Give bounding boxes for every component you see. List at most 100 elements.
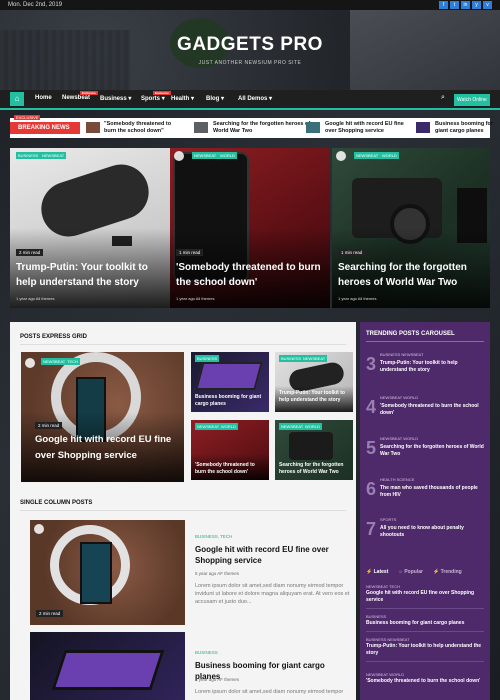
vimeo-icon[interactable]: v <box>483 1 492 9</box>
express-card[interactable]: BUSINESS Business booming for giant carg… <box>191 352 269 412</box>
post-title[interactable]: The man who saved thousands of people fr… <box>380 485 484 499</box>
post-categories[interactable]: BUSINESS NEWSBEAT <box>366 637 484 642</box>
home-icon[interactable]: ⌂ <box>10 92 24 106</box>
tab-latest[interactable]: ⚡ Latest <box>366 569 388 575</box>
nav-item-sports[interactable]: Sports ▾ Exclusive <box>141 91 171 102</box>
site-title[interactable]: GADGETS PRO <box>0 34 500 56</box>
category-tag[interactable]: WORLD <box>219 423 238 430</box>
ticker-item[interactable]: "Somebody threatened to burn the school … <box>104 121 184 135</box>
post-title[interactable]: Trump-Putin: Your toolkit to help unders… <box>366 643 484 657</box>
phone-image <box>80 542 112 604</box>
ticker-item[interactable]: Google hit with record EU fine over Shop… <box>325 121 409 135</box>
category-tag[interactable]: WORLD <box>380 152 399 159</box>
express-card[interactable]: NEWSBEAT WORLD Searching for the forgott… <box>275 420 353 480</box>
category-tag[interactable]: NEWSBEAT <box>40 152 67 159</box>
post-title[interactable]: Searching for the forgotten heroes of Wo… <box>338 260 486 290</box>
post-title[interactable]: Trump-Putin: Your toolkit to help unders… <box>279 390 349 404</box>
post-title[interactable]: Google hit with record EU fine over Shop… <box>195 544 350 566</box>
post-title[interactable]: Trump-Putin: Your toolkit to help unders… <box>380 360 484 374</box>
featured-post[interactable]: NEWSBEAT WORLD 1 min read Searching for … <box>332 148 490 308</box>
single-post-image[interactable]: 2 min read <box>30 520 185 625</box>
category-tag[interactable]: WORLD <box>218 152 237 159</box>
youtube-icon[interactable]: y <box>472 1 481 9</box>
post-categories[interactable]: BUSINESS <box>366 614 484 619</box>
post-categories[interactable]: HEALTH SCIENCE <box>380 477 414 482</box>
category-tag[interactable]: BUSINESS <box>16 152 41 159</box>
category-tag[interactable]: WORLD <box>303 423 322 430</box>
post-categories[interactable]: NEWSBEAT WORLD <box>380 395 418 400</box>
express-main-post[interactable]: NEWSBEAT TECH 2 min read Google hit with… <box>21 352 184 482</box>
ticker-item[interactable]: Searching for the forgotten heroes of Wo… <box>213 121 313 135</box>
ticker-thumbnail[interactable] <box>306 122 320 133</box>
latest-item[interactable]: NEWSBEAT WORLD 'Somebody threatened to b… <box>366 672 484 685</box>
latest-item[interactable]: NEWSBEAT TECH Google hit with record EU … <box>366 584 484 609</box>
latest-item[interactable]: BUSINESS Business booming for giant carg… <box>366 614 484 632</box>
ticker-thumbnail[interactable] <box>194 122 208 133</box>
category-tag[interactable]: NEWSBEAT <box>195 423 222 430</box>
featured-post[interactable]: BUSINESS NEWSBEAT 2 min read Trump-Putin… <box>10 148 170 308</box>
express-card[interactable]: NEWSBEAT WORLD 'Somebody threatened to b… <box>191 420 269 480</box>
trending-item[interactable]: 6 HEALTH SCIENCE The man who saved thous… <box>366 477 484 509</box>
post-title[interactable]: All you need to know about penalty shoot… <box>380 525 484 539</box>
nav-item-health[interactable]: Health ▾ <box>171 95 194 102</box>
nav-item-blog[interactable]: Blog ▾ <box>206 95 224 102</box>
post-title[interactable]: 'Somebody threatened to burn the school … <box>380 403 484 417</box>
read-time: 2 min read <box>35 422 63 429</box>
nav-item-newsbeat[interactable]: Newsbeat Exclusive <box>62 91 98 101</box>
tab-popular[interactable]: ☼ Popular <box>398 569 423 575</box>
category-tag[interactable]: NEWSBEAT <box>41 358 68 365</box>
trending-item[interactable]: 7 SPORTS All you need to know about pena… <box>366 517 484 549</box>
tab-label: Popular <box>404 569 423 575</box>
post-categories[interactable]: NEWSBEAT WORLD <box>366 672 484 677</box>
ticker-thumbnail[interactable] <box>416 122 430 133</box>
post-title[interactable]: 'Somebody threatened to burn the school … <box>195 462 265 476</box>
post-title[interactable]: Searching for the forgotten heroes of Wo… <box>279 462 349 476</box>
tab-label: Latest <box>373 569 389 575</box>
twitter-icon[interactable]: t <box>450 1 459 9</box>
ticker-item[interactable]: Business booming for giant cargo planes <box>435 121 499 135</box>
category-tag[interactable]: NEWSBEAT <box>301 355 328 362</box>
post-tabs: ⚡ Latest ☼ Popular ⚡ Trending <box>366 569 462 575</box>
read-time: 2 min read <box>36 610 64 617</box>
category-tag[interactable]: NEWSBEAT <box>279 423 306 430</box>
category-tag[interactable]: TECH <box>65 358 80 365</box>
main-content-panel: POSTS EXPRESS GRID NEWSBEAT TECH 2 min r… <box>10 322 356 700</box>
featured-post[interactable]: NEWSBEAT WORLD 1 min read 'Somebody thre… <box>170 148 330 308</box>
top-bar: Mon. Dec 2nd, 2019 f t in y v <box>0 0 500 10</box>
trending-item[interactable]: 3 BUSINESS NEWSBEAT Trump-Putin: Your to… <box>366 352 484 384</box>
post-categories[interactable]: NEWSBEAT TECH <box>366 584 484 589</box>
express-card[interactable]: BUSINESS NEWSBEAT Trump-Putin: Your tool… <box>275 352 353 412</box>
ticker-thumbnail[interactable] <box>86 122 100 133</box>
post-categories[interactable]: BUSINESS NEWSBEAT <box>380 352 424 357</box>
watch-online-button[interactable]: Watch Online <box>454 94 490 106</box>
category-tag[interactable]: NEWSBEAT <box>354 152 381 159</box>
category-tag[interactable]: BUSINESS <box>279 355 304 362</box>
post-title[interactable]: Business booming for giant cargo planes <box>366 620 484 627</box>
nav-item-home[interactable]: Home <box>35 95 52 101</box>
tab-trending[interactable]: ⚡ Trending <box>433 569 462 575</box>
single-post-image[interactable] <box>30 632 185 700</box>
post-title[interactable]: Trump-Putin: Your toolkit to help unders… <box>16 260 166 290</box>
post-title[interactable]: Google hit with record EU fine over Shop… <box>35 432 180 464</box>
latest-item[interactable]: BUSINESS NEWSBEAT Trump-Putin: Your tool… <box>366 637 484 662</box>
post-categories[interactable]: SPORTS <box>380 517 396 522</box>
post-categories[interactable]: NEWSBEAT WORLD <box>380 436 418 441</box>
camera-icon <box>336 151 346 161</box>
trending-item[interactable]: 4 NEWSBEAT WORLD 'Somebody threatened to… <box>366 395 484 427</box>
nav-item-all-demos[interactable]: All Demos ▾ <box>238 95 272 102</box>
trending-item[interactable]: 5 NEWSBEAT WORLD Searching for the forgo… <box>366 436 484 468</box>
post-title[interactable]: Searching for the forgotten heroes of Wo… <box>380 444 484 458</box>
search-icon[interactable]: ⌕ <box>441 94 445 102</box>
linkedin-icon[interactable]: in <box>461 1 470 9</box>
post-title[interactable]: Google hit with record EU fine over Shop… <box>366 590 484 604</box>
category-tag[interactable]: NEWSBEAT <box>192 152 219 159</box>
post-meta: 1 year ago All themes <box>16 296 55 301</box>
post-title[interactable]: 'Somebody threatened to burn the school … <box>176 260 326 290</box>
post-categories[interactable]: BUSINESS <box>195 650 218 655</box>
post-categories[interactable]: BUSINESS, TECH <box>195 534 232 539</box>
category-tag[interactable]: BUSINESS <box>195 355 220 362</box>
post-title[interactable]: 'Somebody threatened to burn the school … <box>366 678 484 685</box>
post-title[interactable]: Business booming for giant cargo planes <box>195 394 265 408</box>
facebook-icon[interactable]: f <box>439 1 448 9</box>
nav-item-business[interactable]: Business ▾ <box>100 95 131 102</box>
